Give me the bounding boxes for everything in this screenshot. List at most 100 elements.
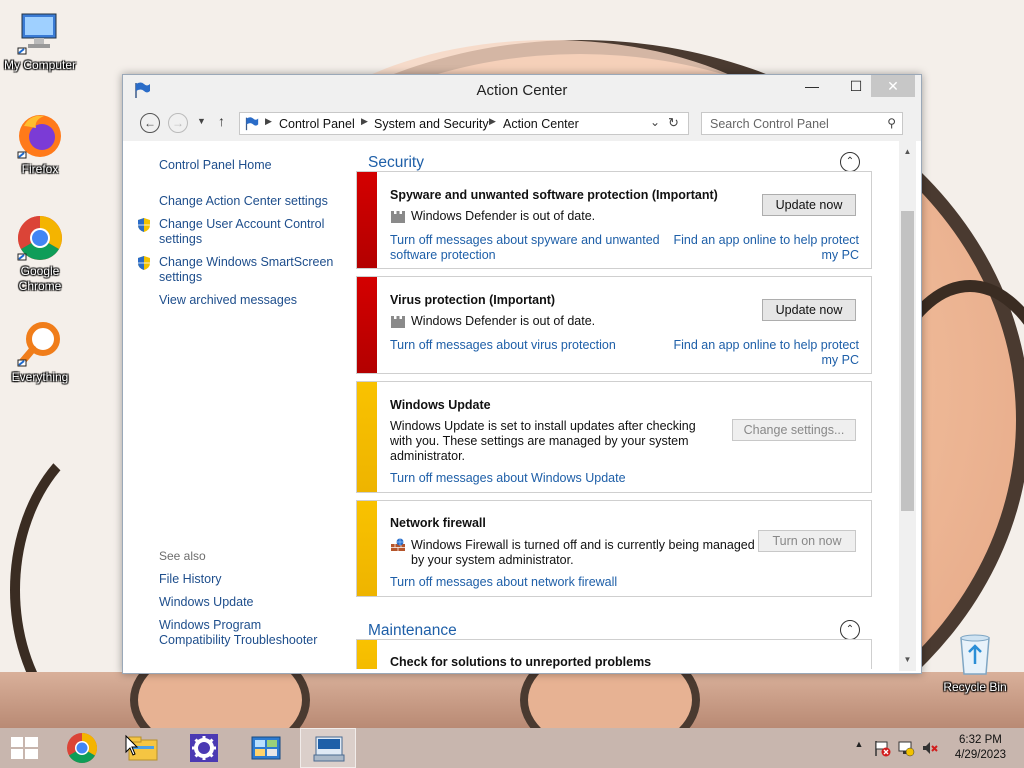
clock-date: 4/29/2023 bbox=[954, 749, 1006, 761]
scrollbar-thumb[interactable] bbox=[901, 211, 914, 511]
change-settings-button[interactable]: Change settings... bbox=[732, 419, 856, 441]
sidebar-link-archived-messages[interactable]: View archived messages bbox=[159, 293, 297, 308]
scroll-up-arrow-icon[interactable]: ▲ bbox=[899, 147, 916, 156]
breadcrumb-separator-icon[interactable]: ▶ bbox=[361, 116, 368, 127]
desktop-icon-firefox[interactable]: Firefox bbox=[0, 112, 80, 177]
breadcrumb-control-panel[interactable]: Control Panel bbox=[279, 117, 355, 131]
address-dropdown-icon[interactable]: ⌄ bbox=[650, 115, 660, 129]
action-center-flag-warning-icon[interactable] bbox=[873, 739, 891, 757]
see-also-link-windows-update[interactable]: Windows Update bbox=[159, 595, 254, 610]
keyboard-icon bbox=[313, 736, 345, 762]
search-input[interactable]: Search Control Panel ⚲ bbox=[701, 112, 903, 135]
alert-card-network-firewall: Network firewall Windows Firewall is tur… bbox=[356, 500, 872, 597]
turn-off-virus-messages-link[interactable]: Turn off messages about virus protection bbox=[390, 338, 660, 353]
sidebar-link-action-center-settings[interactable]: Change Action Center settings bbox=[159, 194, 328, 209]
recycle-bin-icon bbox=[951, 630, 999, 678]
update-now-button[interactable]: Update now bbox=[762, 194, 856, 216]
clock-time: 6:32 PM bbox=[959, 734, 1002, 746]
severity-bar-warning bbox=[357, 382, 377, 492]
desktop-icon-label: Recycle Bin bbox=[943, 680, 1007, 694]
card-status-text: Windows Firewall is turned off and is cu… bbox=[411, 538, 755, 567]
collapse-maintenance-chevron-icon[interactable]: ⌃ bbox=[840, 620, 860, 640]
alert-card-virus-protection: Virus protection (Important) Windows Def… bbox=[356, 276, 872, 374]
chrome-icon bbox=[67, 733, 98, 764]
start-button[interactable] bbox=[0, 728, 48, 768]
recent-locations-dropdown-icon[interactable]: ▼ bbox=[197, 116, 206, 126]
update-now-button[interactable]: Update now bbox=[762, 299, 856, 321]
sidebar: Control Panel Home Change Action Center … bbox=[123, 141, 353, 673]
address-flag-icon bbox=[244, 116, 259, 131]
vertical-scrollbar[interactable]: ▲ ▼ bbox=[899, 141, 916, 671]
desktop-icon-everything[interactable]: Everything bbox=[0, 320, 80, 385]
alert-card-spyware: Spyware and unwanted software protection… bbox=[356, 171, 872, 269]
forward-arrow-icon[interactable]: → bbox=[168, 113, 188, 133]
collapse-security-chevron-icon[interactable]: ⌃ bbox=[840, 152, 860, 172]
section-header-security[interactable]: Security bbox=[368, 154, 424, 172]
show-hidden-icons-chevron-icon[interactable]: ▲ bbox=[850, 739, 868, 757]
close-button[interactable]: ✕ bbox=[871, 75, 915, 97]
desktop-icon-google-chrome[interactable]: Google Chrome bbox=[0, 214, 80, 294]
search-placeholder: Search Control Panel bbox=[710, 117, 829, 131]
desktop-icon-label: Everything bbox=[11, 370, 69, 384]
card-title: Spyware and unwanted software protection… bbox=[390, 188, 718, 202]
taskbar-on-screen-keyboard[interactable] bbox=[300, 728, 356, 768]
control-panel-icon bbox=[251, 736, 281, 760]
file-explorer-icon bbox=[125, 734, 158, 761]
card-title: Check for solutions to unreported proble… bbox=[390, 655, 652, 669]
alert-card-unreported-problems: Check for solutions to unreported proble… bbox=[356, 639, 872, 669]
severity-bar-warning bbox=[357, 640, 377, 669]
card-status-text: Windows Defender is out of date. bbox=[411, 314, 596, 328]
taskbar-chrome[interactable] bbox=[54, 728, 110, 768]
section-header-maintenance[interactable]: Maintenance bbox=[368, 622, 457, 640]
maximize-button[interactable]: ☐ bbox=[841, 75, 871, 97]
turn-off-windows-update-messages-link[interactable]: Turn off messages about Windows Update bbox=[390, 471, 626, 486]
navigation-bar: ← → ▼ ↑ ▶ Control Panel ▶ System and Sec… bbox=[123, 105, 921, 141]
see-also-link-file-history[interactable]: File History bbox=[159, 572, 222, 587]
gear-icon bbox=[190, 734, 218, 762]
chrome-icon bbox=[16, 214, 64, 262]
desktop-icon-label: Google Chrome bbox=[18, 264, 62, 293]
sidebar-link-control-panel-home[interactable]: Control Panel Home bbox=[159, 158, 272, 173]
see-also-link-compatibility-troubleshooter[interactable]: Windows Program Compatibility Troublesho… bbox=[159, 618, 329, 648]
taskbar-settings[interactable] bbox=[176, 728, 232, 768]
find-app-online-link[interactable]: Find an app online to help protect my PC bbox=[669, 338, 859, 368]
breadcrumb-separator-icon[interactable]: ▶ bbox=[265, 116, 272, 127]
alert-card-windows-update: Windows Update Windows Update is set to … bbox=[356, 381, 872, 493]
address-bar[interactable]: ▶ Control Panel ▶ System and Security ▶ … bbox=[239, 112, 689, 135]
firewall-icon bbox=[390, 538, 406, 552]
network-icon[interactable] bbox=[897, 739, 915, 757]
breadcrumb-action-center[interactable]: Action Center bbox=[503, 117, 579, 131]
minimize-button[interactable]: — bbox=[797, 75, 827, 97]
up-arrow-icon[interactable]: ↑ bbox=[218, 113, 225, 129]
defender-castle-icon bbox=[390, 210, 406, 224]
breadcrumb-separator-icon[interactable]: ▶ bbox=[489, 116, 496, 127]
windows-logo-icon bbox=[11, 737, 38, 759]
sidebar-link-uac-settings[interactable]: Change User Account Control settings bbox=[159, 217, 339, 247]
desktop-icon-recycle-bin[interactable]: Recycle Bin bbox=[935, 630, 1015, 695]
desktop-icon-label: My Computer bbox=[3, 58, 77, 72]
card-title: Network firewall bbox=[390, 516, 486, 530]
turn-off-spyware-messages-link[interactable]: Turn off messages about spyware and unwa… bbox=[390, 233, 660, 263]
scroll-down-arrow-icon[interactable]: ▼ bbox=[899, 655, 916, 664]
refresh-icon[interactable]: ↻ bbox=[668, 115, 679, 131]
card-status-text: Windows Update is set to install updates… bbox=[390, 419, 696, 463]
find-app-online-link[interactable]: Find an app online to help protect my PC bbox=[669, 233, 859, 263]
search-icon[interactable]: ⚲ bbox=[887, 116, 896, 130]
computer-icon bbox=[16, 8, 64, 56]
severity-bar-important bbox=[357, 277, 377, 373]
volume-muted-icon[interactable] bbox=[921, 739, 939, 757]
desktop-icon-label: Firefox bbox=[21, 162, 59, 176]
back-arrow-icon[interactable]: ← bbox=[140, 113, 160, 133]
turn-on-now-button[interactable]: Turn on now bbox=[758, 530, 856, 552]
defender-castle-icon bbox=[390, 315, 406, 329]
severity-bar-warning bbox=[357, 501, 377, 596]
taskbar: ▲ 6:32 PM 4/29/2023 bbox=[0, 728, 1024, 768]
system-clock[interactable]: 6:32 PM 4/29/2023 bbox=[955, 733, 1006, 763]
sidebar-link-smartscreen-settings[interactable]: Change Windows SmartScreen settings bbox=[159, 255, 339, 285]
turn-off-firewall-messages-link[interactable]: Turn off messages about network firewall bbox=[390, 575, 617, 590]
taskbar-control-panel[interactable] bbox=[238, 728, 294, 768]
desktop-icon-my-computer[interactable]: My Computer bbox=[0, 8, 80, 73]
title-bar[interactable]: Action Center — ☐ ✕ bbox=[123, 75, 921, 105]
breadcrumb-system-and-security[interactable]: System and Security bbox=[374, 117, 489, 131]
taskbar-file-explorer[interactable] bbox=[114, 728, 170, 768]
